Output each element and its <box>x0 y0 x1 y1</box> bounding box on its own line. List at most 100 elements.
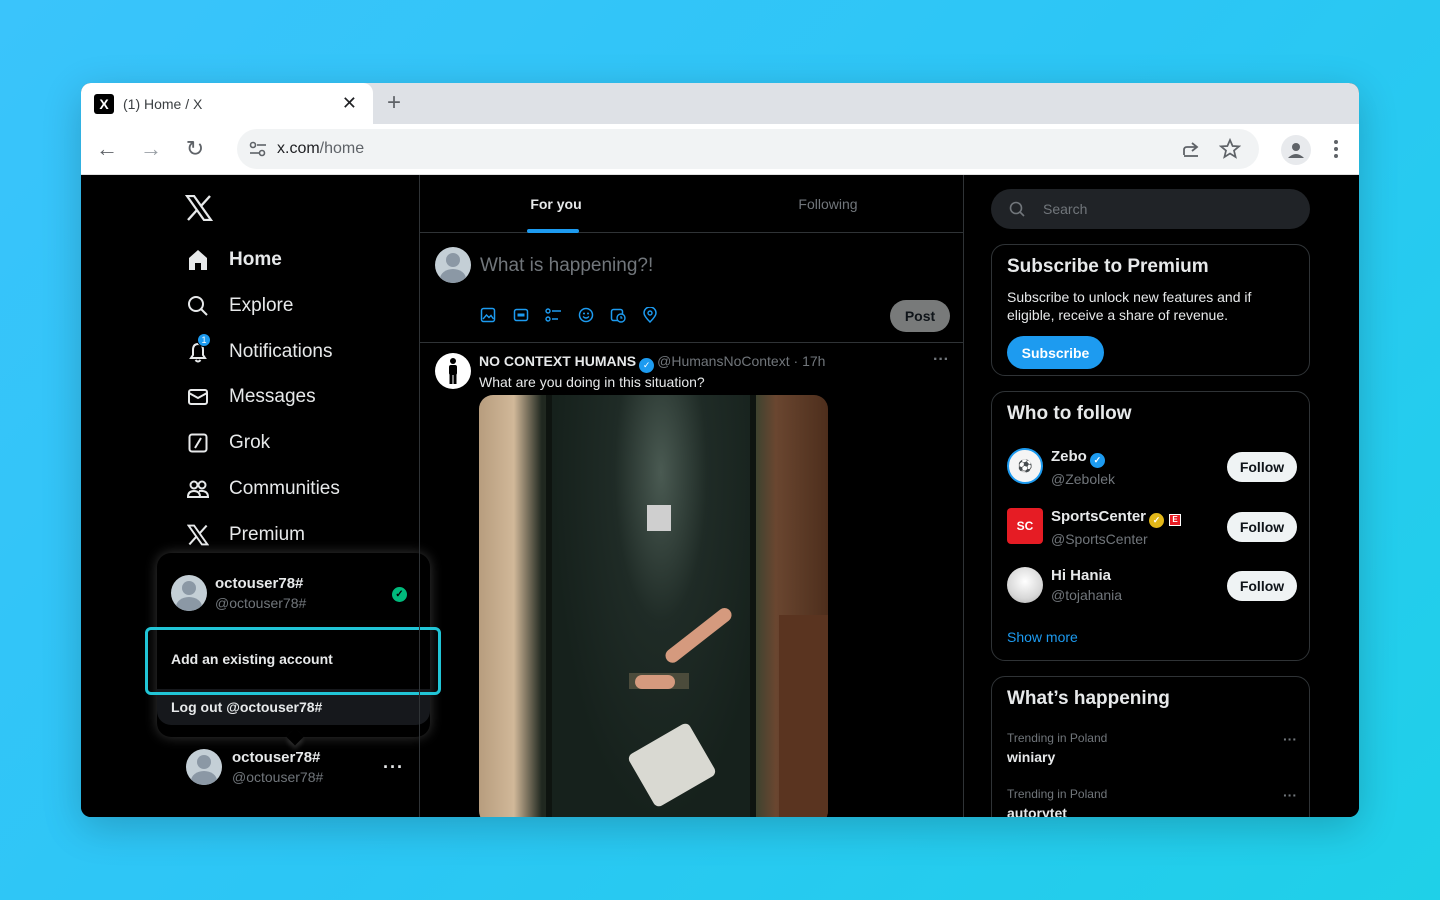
suggestion-handle: @Zebolek <box>1051 471 1116 487</box>
composer-toolbar <box>480 307 675 323</box>
follow-button[interactable]: Follow <box>1227 571 1297 601</box>
affiliate-badge-icon: E <box>1169 513 1182 526</box>
x-logo-icon[interactable] <box>185 195 213 221</box>
tweet[interactable]: NO CONTEXT HUMANS ✓ @HumansNoContext · 17h… <box>420 343 963 817</box>
whats-happening-card: What’s happening Trending in Poland wini… <box>991 676 1310 817</box>
tweet-more-icon[interactable]: ··· <box>933 351 949 369</box>
image-icon[interactable] <box>480 307 513 323</box>
cabinet-shape <box>779 615 828 817</box>
account-switcher-popup: octouser78# @octouser78# ✓ Add an existi… <box>157 553 430 746</box>
address-bar[interactable]: x.com/home <box>237 129 1259 169</box>
search-icon <box>1009 201 1025 217</box>
nav-messages[interactable]: Messages <box>185 377 316 417</box>
gold-verified-badge-icon: ✓ <box>1149 513 1165 528</box>
nav-premium[interactable]: Premium <box>185 515 305 555</box>
bell-icon: 1 <box>185 333 211 365</box>
new-tab-button[interactable]: + <box>387 89 401 117</box>
schedule-icon[interactable] <box>610 307 643 323</box>
browser-menu-icon[interactable] <box>1331 138 1341 160</box>
trend-more-icon[interactable]: ··· <box>1283 731 1297 747</box>
tweet-author-handle[interactable]: @HumansNoContext <box>657 353 790 369</box>
popup-tail <box>286 728 304 746</box>
emoji-icon[interactable] <box>578 307 611 323</box>
verified-badge-icon: ✓ <box>639 358 655 373</box>
tab-following[interactable]: Following <box>692 175 964 233</box>
follow-suggestion[interactable]: ⚽ Zebo ✓ @Zebolek Follow <box>1007 448 1297 488</box>
share-icon[interactable] <box>1181 139 1201 159</box>
account-menu-button[interactable]: octouser78# @octouser78# <box>186 749 323 785</box>
tab-for-you[interactable]: For you <box>420 175 692 233</box>
x-icon <box>185 522 211 548</box>
home-icon <box>185 247 211 273</box>
nav-explore-label: Explore <box>229 295 294 316</box>
trend-category: Trending in Poland <box>1007 731 1108 745</box>
bookmark-star-icon[interactable] <box>1219 138 1241 160</box>
account-handle: @octouser78# <box>215 595 307 611</box>
tweet-image[interactable] <box>479 395 828 817</box>
profile-icon[interactable] <box>1281 135 1311 165</box>
avatar <box>1007 567 1043 603</box>
tab-title: (1) Home / X <box>123 95 203 112</box>
who-to-follow-title: Who to follow <box>1007 403 1132 424</box>
tweet-header: NO CONTEXT HUMANS ✓ @HumansNoContext · 17h <box>479 353 825 373</box>
trend-item[interactable]: Trending in Poland winiary ··· <box>1007 731 1297 765</box>
trend-item[interactable]: Trending in Poland autorytet ··· <box>1007 787 1297 817</box>
account-name: octouser78# <box>232 749 321 766</box>
follow-suggestion[interactable]: Hi Hania @tojahania Follow <box>1007 567 1297 607</box>
subscribe-button[interactable]: Subscribe <box>1007 336 1104 369</box>
browser-tab[interactable]: X (1) Home / X ✕ <box>81 83 373 124</box>
logout-button[interactable]: Log out @octouser78# <box>157 689 430 725</box>
gif-icon[interactable] <box>513 307 546 323</box>
premium-description: Subscribe to unlock new features and if … <box>1007 289 1252 323</box>
location-icon[interactable] <box>642 307 676 323</box>
trend-more-icon[interactable]: ··· <box>1283 787 1297 803</box>
follow-button[interactable]: Follow <box>1227 452 1297 482</box>
nav-communities[interactable]: Communities <box>185 469 340 509</box>
search-placeholder: Search <box>1043 201 1088 217</box>
tweet-text: What are you doing in this situation? <box>479 374 705 390</box>
nav-premium-label: Premium <box>229 524 306 545</box>
url-host: x.com <box>277 140 320 157</box>
arm-shape <box>635 675 675 689</box>
nav-messages-label: Messages <box>229 386 316 407</box>
sportscenter-logo-icon: SC <box>1007 508 1043 544</box>
poll-icon[interactable] <box>545 307 578 323</box>
add-existing-account-button[interactable]: Add an existing account <box>157 629 430 689</box>
avatar[interactable] <box>435 353 471 389</box>
forward-button[interactable]: → <box>137 135 165 163</box>
post-button[interactable]: Post <box>890 300 950 332</box>
compose-input[interactable]: What is happening?! <box>480 255 653 277</box>
avatar <box>435 247 471 283</box>
back-button[interactable]: ← <box>93 135 121 163</box>
post-composer: What is happening?! Post <box>420 233 963 343</box>
nav-explore[interactable]: Explore <box>185 286 293 326</box>
browser-toolbar: ← → ↻ x.com/home <box>81 124 1359 175</box>
close-tab-icon[interactable]: ✕ <box>342 93 357 114</box>
nav-grok-label: Grok <box>229 432 271 453</box>
follow-button[interactable]: Follow <box>1227 512 1297 542</box>
url-text: x.com/home <box>277 140 364 158</box>
site-settings-icon[interactable] <box>249 141 267 157</box>
show-more-link[interactable]: Show more <box>1007 629 1078 645</box>
current-account[interactable]: octouser78# @octouser78# <box>171 575 306 611</box>
search-input[interactable]: Search <box>991 189 1310 229</box>
avatar <box>171 575 207 611</box>
tweet-author-name[interactable]: NO CONTEXT HUMANS <box>479 353 636 369</box>
follow-suggestion[interactable]: SC SportsCenter ✓ E @SportsCenter Follow <box>1007 508 1297 548</box>
nav-notifications[interactable]: 1 Notifications <box>185 332 333 372</box>
nav-grok[interactable]: Grok <box>185 423 270 463</box>
mail-icon <box>185 384 211 410</box>
reload-button[interactable]: ↻ <box>181 135 209 163</box>
trend-name: autorytet <box>1007 805 1067 817</box>
verified-badge-icon: ✓ <box>1089 453 1105 468</box>
nav-communities-label: Communities <box>229 478 340 499</box>
nav-home-label: Home <box>229 249 282 270</box>
nav-home[interactable]: Home <box>185 240 282 280</box>
whats-happening-title: What’s happening <box>1007 688 1170 709</box>
more-dots-icon[interactable]: ··· <box>383 757 404 778</box>
people-icon <box>185 476 211 502</box>
notification-count-badge: 1 <box>197 333 211 347</box>
suggestion-name: SportsCenter ✓ E <box>1051 508 1182 528</box>
x-page: Home Explore 1 Notifications Messages Gr… <box>81 175 1359 817</box>
tweet-time[interactable]: 17h <box>802 353 825 369</box>
